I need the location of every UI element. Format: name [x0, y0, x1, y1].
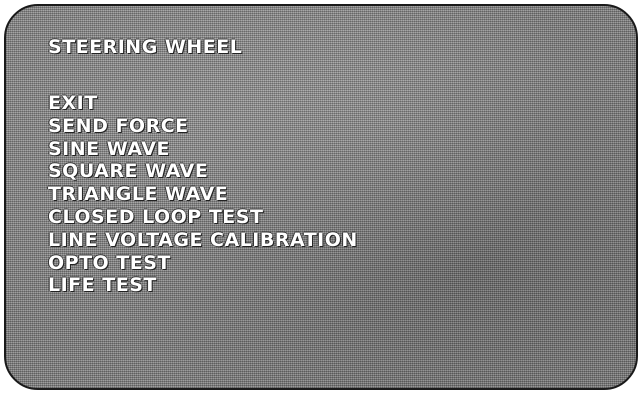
test-menu-screen: STEERING WHEEL EXIT SEND FORCE SINE WAVE…: [4, 4, 638, 390]
menu-item-opto-test[interactable]: OPTO TEST: [48, 252, 358, 275]
test-menu: EXIT SEND FORCE SINE WAVE SQUARE WAVE TR…: [48, 92, 358, 297]
menu-item-life-test[interactable]: LIFE TEST: [48, 274, 358, 297]
screen-title: STEERING WHEEL: [48, 36, 243, 58]
menu-item-closed-loop-test[interactable]: CLOSED LOOP TEST: [48, 206, 358, 229]
menu-item-send-force[interactable]: SEND FORCE: [48, 115, 358, 138]
menu-item-square-wave[interactable]: SQUARE WAVE: [48, 160, 358, 183]
menu-item-exit[interactable]: EXIT: [48, 92, 358, 115]
menu-item-sine-wave[interactable]: SINE WAVE: [48, 138, 358, 161]
menu-item-triangle-wave[interactable]: TRIANGLE WAVE: [48, 183, 358, 206]
menu-item-line-voltage-calibration[interactable]: LINE VOLTAGE CALIBRATION: [48, 229, 358, 252]
